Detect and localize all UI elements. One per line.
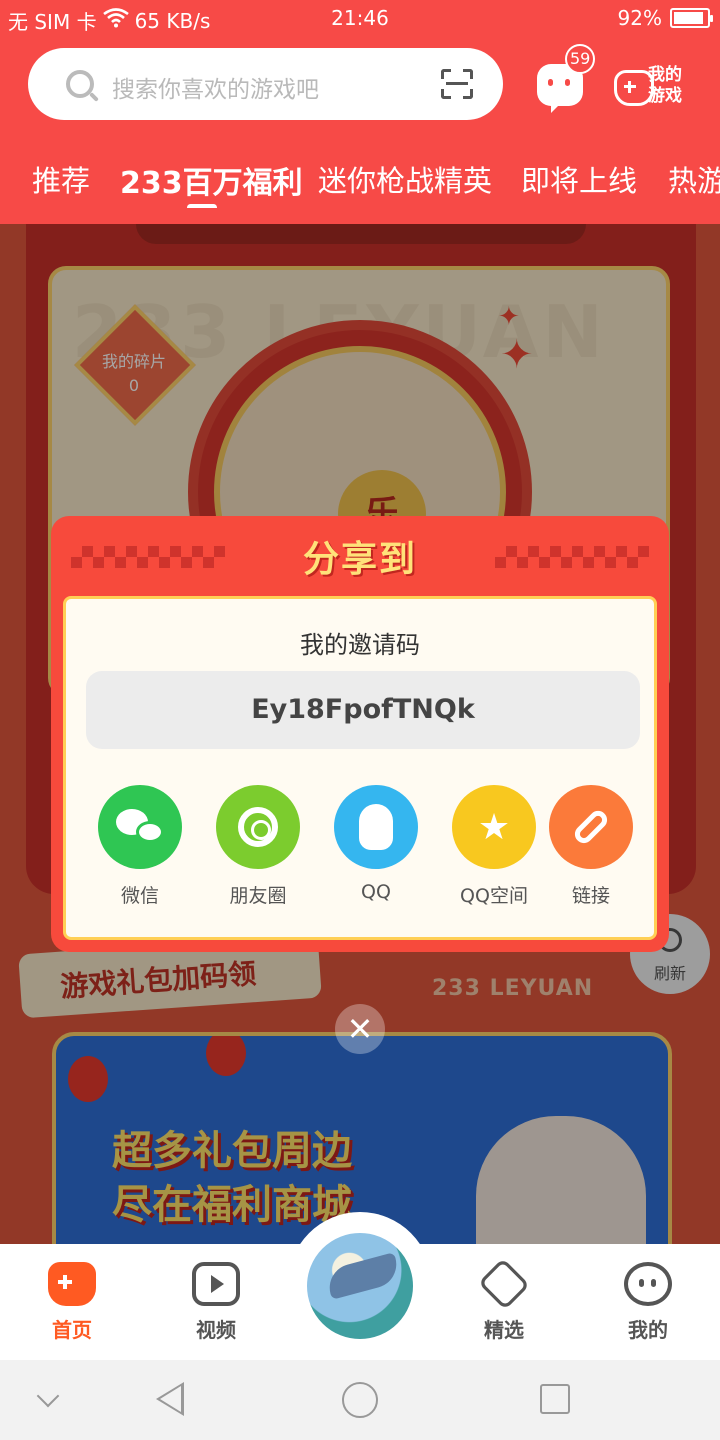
tab-hot[interactable]: 热游 bbox=[668, 158, 720, 200]
active-tab-indicator bbox=[187, 204, 217, 208]
share-option-label: QQ bbox=[361, 881, 391, 903]
share-qq[interactable]: QQ bbox=[321, 785, 431, 903]
featured-heart-icon bbox=[477, 1257, 531, 1311]
app-header: 搜索你喜欢的游戏吧 59 我的游戏 推荐 233百万福利 迷你枪战精英 即将上线… bbox=[0, 36, 720, 224]
collapse-chevron-icon[interactable] bbox=[36, 1384, 60, 1408]
message-badge: 59 bbox=[565, 44, 596, 74]
nav-home[interactable]: 首页 bbox=[27, 1262, 117, 1343]
battery-percent: 92% bbox=[617, 6, 662, 30]
tab-welfare[interactable]: 233百万福利 bbox=[120, 158, 303, 202]
tab-mini-gun[interactable]: 迷你枪战精英 bbox=[318, 158, 492, 200]
nav-label: 首页 bbox=[52, 1318, 92, 1342]
qzone-icon: ★ bbox=[452, 785, 536, 869]
tab-recommend[interactable]: 推荐 bbox=[32, 158, 90, 200]
search-bar[interactable]: 搜索你喜欢的游戏吧 bbox=[28, 48, 503, 120]
system-nav-bar bbox=[0, 1360, 720, 1440]
battery-icon bbox=[670, 8, 713, 28]
share-panel: 我的邀请码 Ey18FpofTNQk 微信 朋友圈 QQ ★ QQ空间 链接 bbox=[63, 596, 657, 940]
recent-apps-icon[interactable] bbox=[540, 1384, 570, 1414]
nav-video[interactable]: 视频 bbox=[171, 1262, 261, 1343]
search-icon bbox=[66, 70, 94, 98]
home-gamepad-icon bbox=[48, 1262, 96, 1306]
nav-label: 视频 bbox=[196, 1318, 236, 1342]
share-option-label: 链接 bbox=[571, 885, 610, 907]
home-circle-icon[interactable] bbox=[342, 1382, 378, 1418]
back-icon[interactable] bbox=[156, 1382, 184, 1416]
clock: 21:46 bbox=[331, 6, 389, 30]
game-artwork bbox=[324, 1252, 402, 1300]
invite-code-label: 我的邀请码 bbox=[300, 631, 420, 659]
video-icon bbox=[192, 1262, 240, 1306]
invite-code[interactable]: Ey18FpofTNQk bbox=[86, 671, 640, 749]
share-moments[interactable]: 朋友圈 bbox=[203, 785, 313, 908]
share-option-label: 朋友圈 bbox=[229, 885, 287, 907]
my-games-button[interactable]: 我的游戏 bbox=[614, 65, 694, 110]
share-option-label: 微信 bbox=[120, 885, 159, 907]
share-wechat[interactable]: 微信 bbox=[85, 785, 195, 908]
wechat-icon bbox=[98, 785, 182, 869]
qq-icon bbox=[334, 785, 418, 869]
nav-label: 我的 bbox=[628, 1318, 668, 1342]
nav-featured[interactable]: 精选 bbox=[459, 1257, 549, 1343]
scan-icon[interactable] bbox=[441, 69, 473, 99]
link-icon bbox=[549, 785, 633, 869]
nav-me[interactable]: 我的 bbox=[603, 1262, 693, 1343]
tab-coming-soon[interactable]: 即将上线 bbox=[521, 158, 637, 200]
featured-game-avatar[interactable] bbox=[304, 1230, 416, 1342]
share-title: 分享到 bbox=[302, 539, 417, 580]
share-dialog: 分享到 我的邀请码 Ey18FpofTNQk 微信 朋友圈 QQ ★ QQ空间 … bbox=[51, 516, 669, 952]
status-bar: 无 SIM 卡 65 KB/s 21:46 92% bbox=[0, 0, 720, 36]
nav-label: 精选 bbox=[484, 1318, 524, 1342]
moments-icon bbox=[216, 785, 300, 869]
search-placeholder[interactable]: 搜索你喜欢的游戏吧 bbox=[112, 70, 319, 104]
my-games-label: 我的游戏 bbox=[648, 65, 682, 106]
share-qzone[interactable]: ★ QQ空间 bbox=[439, 785, 549, 908]
category-tabs: 推荐 233百万福利 迷你枪战精英 即将上线 热游 bbox=[0, 148, 720, 208]
share-option-label: QQ空间 bbox=[460, 885, 528, 907]
profile-face-icon bbox=[624, 1262, 672, 1306]
close-icon[interactable]: ✕ bbox=[335, 1004, 385, 1054]
share-link[interactable]: 链接 bbox=[536, 785, 646, 908]
